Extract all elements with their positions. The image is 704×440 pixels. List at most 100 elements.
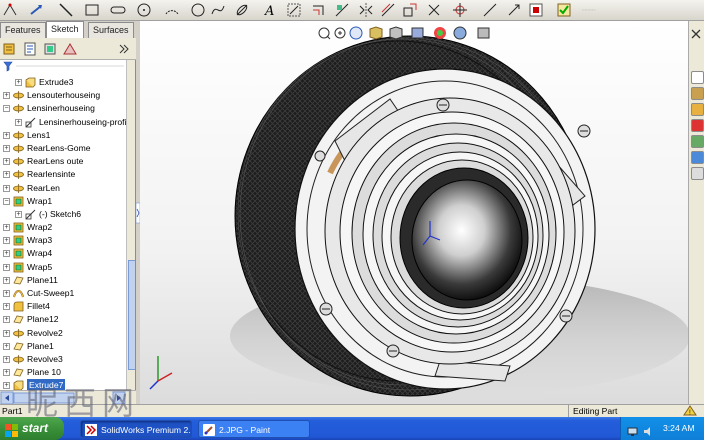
tree-item[interactable]: − Wrap1	[0, 195, 126, 208]
solidworks-forum-icon[interactable]	[691, 167, 704, 180]
feature-manager-icon[interactable]	[2, 41, 18, 57]
tree-expander-icon[interactable]: +	[3, 171, 10, 179]
linear-pattern-icon[interactable]	[380, 2, 396, 18]
tree-item[interactable]: + Extrude3	[0, 76, 126, 89]
tree-item[interactable]: + Lensouterhouseing	[0, 89, 126, 102]
tree-vertical-scrollbar[interactable]	[126, 60, 135, 390]
rapid-sketch-icon[interactable]	[482, 2, 498, 18]
file-explorer-icon[interactable]	[691, 103, 704, 116]
revolve-icon	[13, 90, 24, 101]
tree-expander-icon[interactable]: +	[3, 92, 10, 100]
tree-item[interactable]: + RearLens-Gome	[0, 142, 126, 155]
design-library-icon[interactable]	[691, 87, 704, 100]
network-icon[interactable]	[627, 423, 638, 436]
sweep-icon	[13, 288, 24, 299]
tree-item[interactable]: + RearLen	[0, 182, 126, 195]
mirror-icon[interactable]	[358, 2, 374, 18]
taskbar-item-solidworks[interactable]: SolidWorks Premium 2...	[80, 420, 192, 438]
display-relations-icon[interactable]	[426, 2, 442, 18]
sketch-arrow-icon[interactable]	[506, 2, 522, 18]
tree-item[interactable]: + Revolve3	[0, 353, 126, 366]
line-icon[interactable]	[58, 2, 74, 18]
tree-item[interactable]: + Wrap5	[0, 261, 126, 274]
rectangle-icon[interactable]	[84, 2, 100, 18]
tree-item-label: Wrap3	[27, 235, 53, 246]
tree-item[interactable]: + Revolve2	[0, 327, 126, 340]
circle-icon[interactable]	[136, 2, 152, 18]
close-icon[interactable]	[690, 28, 702, 40]
tree-expander-icon[interactable]: +	[3, 131, 10, 139]
tree-expander-icon[interactable]: +	[3, 290, 10, 297]
taskbar-item-paint[interactable]: 2.JPG - Paint	[198, 420, 310, 438]
tab-sketch[interactable]: Sketch	[46, 21, 84, 38]
tree-item[interactable]: − Lensinerhouseing	[0, 102, 126, 115]
appearances-icon[interactable]	[691, 135, 704, 148]
tree-item[interactable]: + Rearlensinte	[0, 168, 126, 181]
tree-item[interactable]: + Wrap3	[0, 234, 126, 247]
tree-item[interactable]: + (-) Sketch6	[0, 208, 126, 221]
convert-entities-icon[interactable]	[334, 2, 350, 18]
filter-bar[interactable]	[0, 60, 126, 72]
tree-expander-icon[interactable]: +	[3, 158, 10, 166]
tree-expander-icon[interactable]: +	[3, 263, 10, 271]
tree-expander-icon[interactable]: +	[3, 355, 10, 363]
tree-expander-icon[interactable]: +	[3, 184, 10, 192]
tree-item[interactable]: + Wrap2	[0, 221, 126, 234]
tree-expander-icon[interactable]: +	[3, 329, 10, 337]
tree-expander-icon[interactable]: +	[3, 303, 10, 311]
smart-dimension-icon[interactable]	[2, 2, 18, 18]
tree-item[interactable]: + Plane11	[0, 274, 126, 287]
ellipse-icon[interactable]	[234, 2, 250, 18]
tree-item[interactable]: + Cut-Sweep1	[0, 287, 126, 300]
tree-item[interactable]: + Lensinerhouseing-profil	[0, 116, 128, 129]
property-manager-icon[interactable]	[22, 41, 38, 57]
tree-expander-icon[interactable]: +	[3, 224, 10, 232]
tree-expander-icon[interactable]: +	[3, 342, 10, 350]
tree-expander-icon[interactable]: +	[3, 144, 10, 152]
dimxpert-icon[interactable]	[62, 41, 78, 57]
tab-features[interactable]: Features	[0, 22, 46, 38]
tree-expander-icon[interactable]: +	[3, 250, 10, 258]
tree-expander-icon[interactable]: +	[3, 382, 10, 390]
move-entities-icon[interactable]	[402, 2, 418, 18]
text-a-icon[interactable]: A	[262, 2, 278, 19]
graphics-area[interactable]	[140, 21, 688, 404]
polygon-icon[interactable]	[190, 2, 206, 18]
volume-icon[interactable]	[643, 423, 654, 436]
start-button[interactable]: start	[0, 417, 64, 440]
offset-icon[interactable]	[310, 2, 326, 18]
arc-icon[interactable]	[164, 2, 180, 18]
tab-surfaces[interactable]: Surfaces	[88, 22, 134, 38]
tree-item[interactable]: + Plane12	[0, 313, 126, 326]
exit-sketch-icon[interactable]	[556, 2, 572, 18]
wrap-icon	[13, 248, 24, 259]
tree-expander-icon[interactable]: +	[15, 118, 22, 126]
tree-expander-icon[interactable]: +	[3, 237, 10, 245]
tree-expander-icon[interactable]: +	[3, 316, 10, 324]
tree-expander-icon[interactable]: −	[3, 197, 10, 205]
tree-expander-icon[interactable]: +	[15, 210, 22, 218]
tree-item[interactable]: + Fillet4	[0, 300, 126, 313]
tree-expander-icon[interactable]: +	[3, 369, 10, 377]
tree-scroll-thumb[interactable]	[128, 260, 135, 370]
tree-item[interactable]: + Plane1	[0, 340, 126, 353]
tree-expander-icon[interactable]: −	[3, 105, 10, 113]
custom-properties-icon[interactable]	[691, 151, 704, 164]
slot-icon[interactable]	[110, 2, 126, 18]
expand-pane-icon[interactable]	[116, 41, 132, 57]
trim-icon[interactable]	[286, 2, 302, 18]
tree-item[interactable]: + Lens1	[0, 129, 126, 142]
tree-item[interactable]: + Wrap4	[0, 247, 126, 260]
view-palette-icon[interactable]	[691, 119, 704, 132]
tree-expander-icon[interactable]: +	[15, 79, 22, 86]
plane-icon	[13, 314, 24, 325]
lens-model[interactable]	[140, 21, 688, 404]
tree-expander-icon[interactable]: +	[3, 276, 10, 284]
quick-snaps-icon[interactable]	[452, 2, 468, 18]
configuration-manager-icon[interactable]	[42, 41, 58, 57]
dimension-arrow-icon[interactable]	[28, 2, 44, 18]
home-icon[interactable]	[691, 71, 704, 84]
tree-item[interactable]: + RearLens oute	[0, 155, 126, 168]
color-square-icon[interactable]	[528, 2, 544, 18]
spline-icon[interactable]	[210, 2, 226, 18]
